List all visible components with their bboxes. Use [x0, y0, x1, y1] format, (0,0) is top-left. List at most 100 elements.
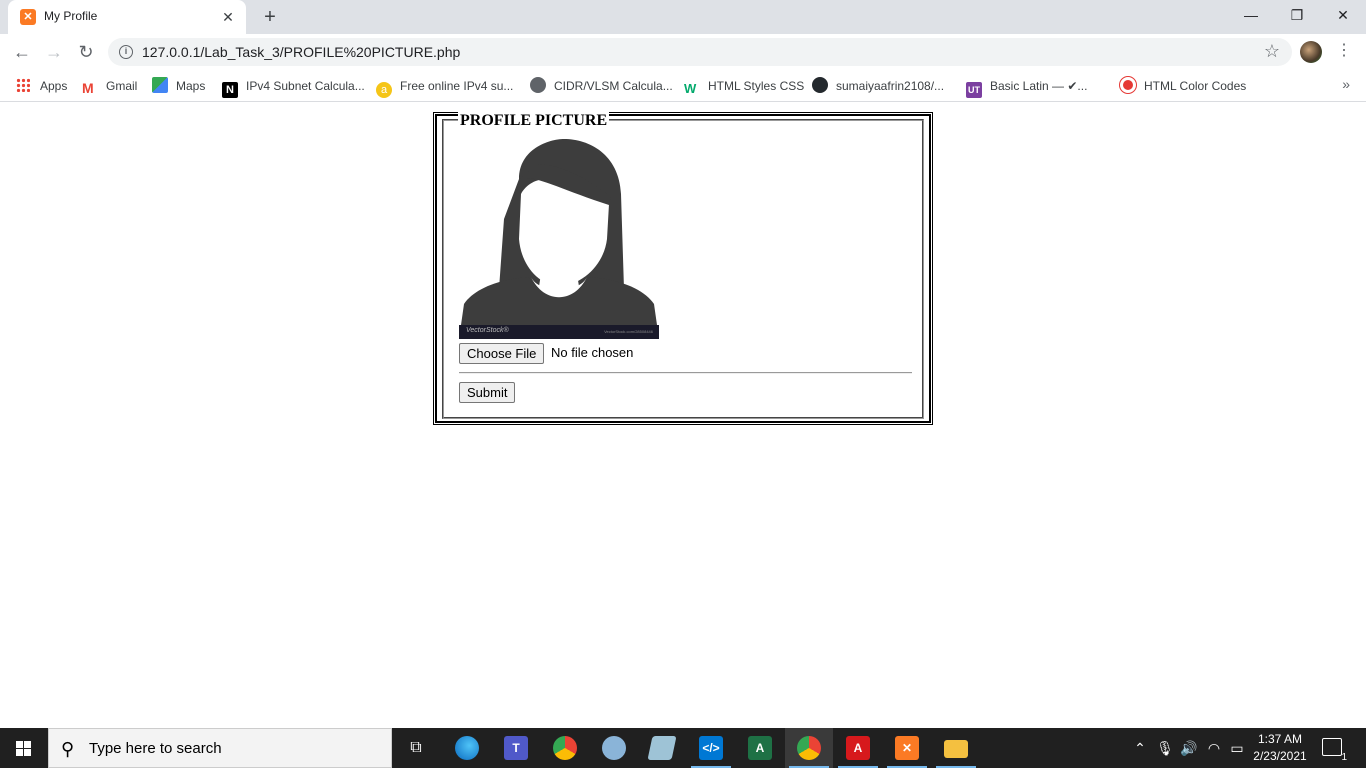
female-avatar-icon: [459, 139, 659, 339]
taskbar-acrobat[interactable]: A: [834, 728, 882, 768]
ut-icon: UT: [966, 82, 982, 98]
volume-icon[interactable]: 🔊: [1178, 728, 1200, 768]
taskbar-notes[interactable]: [638, 728, 686, 768]
bookmark-cidr[interactable]: CIDR/VLSM Calcula...: [530, 76, 673, 96]
vectorstock-watermark: VectorStock® VectorStock.com/28508446: [459, 325, 659, 339]
clock-date: 2/23/2021: [1253, 749, 1307, 763]
wifi-icon[interactable]: ◠: [1203, 728, 1225, 768]
bookmark-github[interactable]: sumaiyaafrin2108/...: [812, 76, 944, 96]
new-tab-plus-icon[interactable]: +: [258, 5, 282, 29]
color-codes-icon: [1119, 76, 1137, 94]
bookmark-star-icon[interactable]: ☆: [1264, 41, 1280, 62]
bookmark-html-color-codes[interactable]: HTML Color Codes: [1119, 76, 1247, 96]
bookmarks-overflow-icon[interactable]: »: [1342, 76, 1350, 92]
tab-close-icon[interactable]: ✕: [218, 7, 238, 27]
bookmarks-bar: Apps M Gmail Maps N IPv4 Subnet Calcula...…: [0, 70, 1366, 102]
page-content: PROFILE PICTURE VectorStock® VectorStock…: [0, 103, 1366, 728]
subnet-icon: a: [376, 82, 392, 98]
watermark-text: VectorStock®: [466, 327, 509, 334]
bookmark-label: IPv4 Subnet Calcula...: [246, 79, 365, 93]
notes-icon: [647, 736, 677, 760]
taskbar-paint[interactable]: [590, 728, 638, 768]
close-window-icon[interactable]: ✕: [1320, 0, 1366, 30]
kebab-menu-icon[interactable]: ⋮: [1336, 40, 1352, 60]
browser-toolbar: ← → ↻ i 127.0.0.1/Lab_Task_3/PROFILE%20P…: [0, 34, 1366, 70]
url-text[interactable]: 127.0.0.1/Lab_Task_3/PROFILE%20PICTURE.p…: [142, 44, 460, 60]
bookmark-label: CIDR/VLSM Calcula...: [554, 79, 673, 93]
w3schools-icon: W: [684, 81, 697, 96]
bookmark-gmail[interactable]: M Gmail: [82, 76, 137, 96]
taskbar-edge[interactable]: [443, 728, 491, 768]
taskbar-vscode[interactable]: </>: [687, 728, 735, 768]
notification-count: 1: [1341, 752, 1347, 763]
vscode-icon: </>: [699, 736, 723, 760]
bookmark-label: Basic Latin — ✔...: [990, 79, 1088, 93]
acrobat-icon: A: [846, 736, 870, 760]
microphone-icon[interactable]: 🎙: [1155, 728, 1175, 768]
bookmark-label: Gmail: [106, 79, 138, 93]
bookmark-label: HTML Styles CSS: [708, 79, 805, 93]
minimize-icon[interactable]: —: [1228, 0, 1274, 30]
tray-overflow-icon[interactable]: ⌃: [1130, 728, 1150, 768]
fieldset-legend: PROFILE PICTURE: [458, 112, 610, 130]
browser-tab-my-profile[interactable]: ✕ My Profile ✕: [8, 0, 246, 34]
taskbar-app[interactable]: A: [736, 728, 784, 768]
taskbar-xampp[interactable]: ✕: [883, 728, 931, 768]
taskbar-search-box[interactable]: ⚲ Type here to search: [48, 728, 392, 768]
windows-taskbar: ⚲ Type here to search ⧉ T </> A A ✕ ⌃ 🎙 …: [0, 728, 1366, 768]
submit-button[interactable]: Submit: [459, 382, 516, 403]
xampp-favicon-icon: ✕: [20, 9, 36, 25]
bookmark-label: HTML Color Codes: [1144, 79, 1247, 93]
taskbar-chrome-active[interactable]: [785, 728, 833, 768]
github-icon: [812, 77, 828, 93]
bookmark-apps[interactable]: Apps: [16, 76, 67, 96]
edge-icon: [455, 736, 479, 760]
bookmark-label: Free online IPv4 su...: [400, 79, 514, 93]
profile-avatar-image: VectorStock® VectorStock.com/28508446: [459, 139, 659, 339]
search-placeholder: Type here to search: [89, 740, 222, 757]
teams-icon: T: [504, 736, 528, 760]
gmail-icon: M: [82, 80, 94, 96]
bookmark-html-styles[interactable]: W HTML Styles CSS: [684, 76, 804, 96]
windows-logo-icon: [16, 741, 31, 756]
battery-icon[interactable]: ▭: [1226, 728, 1248, 768]
site-info-icon[interactable]: i: [119, 45, 133, 59]
tab-title: My Profile: [44, 9, 98, 23]
profile-picture-fieldset: PROFILE PICTURE VectorStock® VectorStock…: [442, 112, 924, 419]
reload-icon[interactable]: ↻: [72, 38, 100, 66]
bookmark-ipv4-subnet[interactable]: N IPv4 Subnet Calcula...: [222, 76, 365, 98]
watermark-url: VectorStock.com/28508446: [604, 329, 653, 334]
maps-icon: [152, 77, 168, 93]
profile-picture-container: PROFILE PICTURE VectorStock® VectorStock…: [433, 112, 933, 425]
apps-grid-icon: [16, 78, 30, 92]
profile-avatar[interactable]: [1300, 41, 1322, 63]
file-status-text: No file chosen: [551, 345, 634, 360]
bookmark-label: sumaiyaafrin2108/...: [836, 79, 945, 93]
notification-center-icon[interactable]: 1: [1322, 738, 1347, 763]
clock-time: 1:37 AM: [1257, 732, 1303, 746]
bookmark-basic-latin[interactable]: UT Basic Latin — ✔...: [966, 76, 1088, 98]
tab-strip: ✕ My Profile ✕ + — ❐ ✕: [0, 0, 1366, 34]
bookmark-free-ipv4[interactable]: a Free online IPv4 su...: [376, 76, 514, 98]
task-view-button[interactable]: ⧉: [392, 728, 440, 768]
restore-icon[interactable]: ❐: [1274, 0, 1320, 30]
forward-arrow-icon[interactable]: →: [40, 38, 68, 66]
task-view-icon: ⧉: [410, 739, 422, 756]
bookmark-label: Apps: [40, 79, 68, 93]
paint-icon: [602, 736, 626, 760]
bookmark-label: Maps: [176, 79, 206, 93]
address-bar[interactable]: i 127.0.0.1/Lab_Task_3/PROFILE%20PICTURE…: [108, 38, 1292, 66]
app-icon: A: [748, 736, 772, 760]
back-arrow-icon[interactable]: ←: [8, 38, 36, 66]
folder-icon: [944, 740, 968, 758]
search-icon: ⚲: [61, 739, 75, 759]
chrome-icon: [797, 736, 821, 760]
chrome-icon: [553, 736, 577, 760]
taskbar-file-explorer[interactable]: [932, 728, 980, 768]
taskbar-teams[interactable]: T: [492, 728, 540, 768]
start-button[interactable]: [0, 728, 48, 768]
taskbar-chrome[interactable]: [541, 728, 589, 768]
bookmark-maps[interactable]: Maps: [152, 76, 205, 96]
taskbar-clock[interactable]: 1:37 AM 2/23/2021: [1250, 731, 1310, 765]
choose-file-button[interactable]: Choose File: [459, 343, 545, 364]
